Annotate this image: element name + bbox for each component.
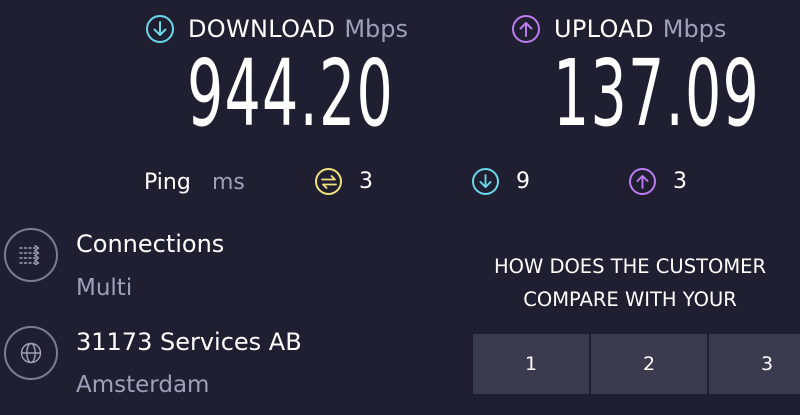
ping-upload-value: 3 xyxy=(673,169,687,194)
connections-mode: Multi xyxy=(76,275,133,301)
ping-upload[interactable]: 3 xyxy=(629,168,687,195)
download-label: DOWNLOAD xyxy=(188,15,336,43)
ping-download[interactable]: 9 xyxy=(472,168,530,195)
download-arrow-icon xyxy=(146,15,174,43)
idle-latency-icon xyxy=(315,168,342,195)
download-latency-icon xyxy=(472,168,499,195)
ping-row: Ping ms 3 9 3 xyxy=(0,168,800,202)
download-unit: Mbps xyxy=(344,15,409,43)
globe-icon xyxy=(4,326,58,380)
survey-question: HOW DOES THE CUSTOMER COMPARE WITH YOUR xyxy=(420,250,800,316)
server-provider: 31173 Services AB xyxy=(76,328,302,356)
ping-label: Ping xyxy=(144,170,191,195)
rating-options: 1 2 3 xyxy=(473,334,800,394)
connections-title: Connections xyxy=(76,230,225,258)
server-location: Amsterdam xyxy=(76,372,210,398)
ping-download-value: 9 xyxy=(516,169,530,194)
ping-idle-value: 3 xyxy=(359,169,373,194)
upload-unit: Mbps xyxy=(662,15,727,43)
upload-label: UPLOAD xyxy=(554,15,654,43)
rating-option-3[interactable]: 3 xyxy=(709,334,800,394)
download-speed-value: 944.20 xyxy=(187,40,395,147)
survey-question-line-2: COMPARE WITH YOUR xyxy=(523,288,737,311)
upload-speed-value: 137.09 xyxy=(553,40,761,147)
upload-arrow-icon xyxy=(512,15,540,43)
ping-unit: ms xyxy=(212,170,245,195)
connections-icon xyxy=(4,228,58,282)
rating-option-2[interactable]: 2 xyxy=(591,334,707,394)
speedtest-results: DOWNLOAD Mbps 944.20 UPLOAD Mbps 137.09 … xyxy=(0,0,800,415)
rating-option-1[interactable]: 1 xyxy=(473,334,589,394)
survey-question-line-1: HOW DOES THE CUSTOMER xyxy=(493,255,767,278)
upload-latency-icon xyxy=(629,168,656,195)
ping-idle[interactable]: 3 xyxy=(315,168,373,195)
